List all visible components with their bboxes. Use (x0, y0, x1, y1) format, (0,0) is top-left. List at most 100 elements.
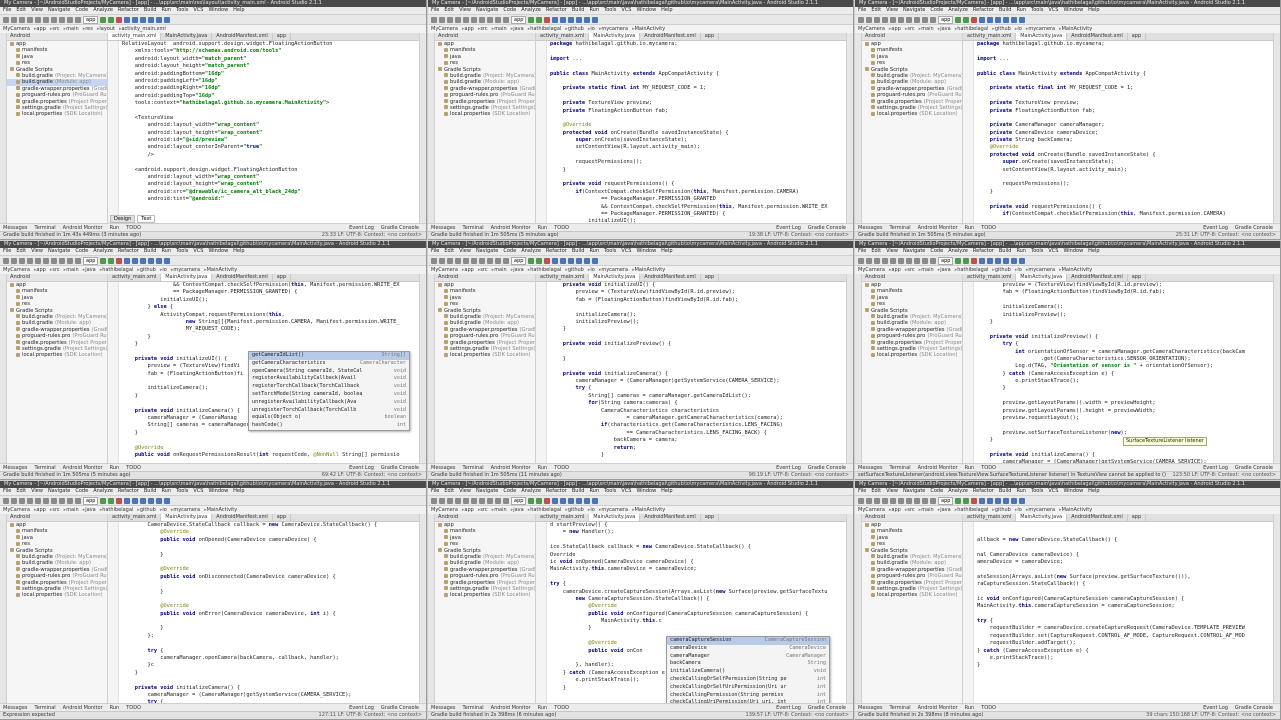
toolbar-icon[interactable] (43, 16, 49, 23)
menu-item[interactable]: Run (589, 7, 599, 13)
breadcrumb-item[interactable]: github (992, 507, 1011, 513)
menu-item[interactable]: Analyze (948, 248, 968, 254)
menu-item[interactable]: View (31, 488, 43, 494)
menu-item[interactable]: Refactor (118, 248, 139, 254)
menu-item[interactable]: Tools (604, 7, 616, 13)
menu-item[interactable]: Refactor (546, 488, 567, 494)
toolbar-icon[interactable] (584, 16, 591, 23)
toolbar-icon[interactable] (431, 16, 437, 23)
breadcrumb-item[interactable]: src (50, 26, 60, 32)
menu-item[interactable]: File (858, 7, 866, 13)
editor-tab[interactable]: activity_main.xml (108, 33, 162, 40)
stop-icon[interactable] (971, 16, 978, 23)
completion-item[interactable]: unregisterTorchCallback(TorchCallb void (249, 407, 409, 415)
menu-item[interactable]: Code (75, 7, 88, 13)
toolbar-icon[interactable] (592, 16, 599, 23)
right-tool-strip[interactable] (846, 274, 853, 464)
breadcrumb-item[interactable]: hathibelagal (955, 507, 989, 513)
breadcrumb-item[interactable]: github (137, 267, 156, 273)
toolbar-icon[interactable] (156, 16, 163, 23)
breadcrumb-item[interactable]: io (1015, 507, 1022, 513)
toolbar-icon[interactable] (930, 497, 936, 504)
toolbar-icon[interactable] (866, 16, 872, 23)
menu-item[interactable]: Code (75, 488, 88, 494)
breadcrumb-item[interactable]: mycamera (1026, 507, 1055, 513)
toolbar-icon[interactable] (164, 497, 171, 504)
menu-item[interactable]: Code (503, 7, 516, 13)
toolbar-icon[interactable] (1019, 497, 1026, 504)
breadcrumb-item[interactable]: res (83, 26, 93, 32)
project-view-selector[interactable]: Android (435, 33, 535, 41)
menu-item[interactable]: Navigate (48, 7, 70, 13)
toolbar-icon[interactable] (552, 16, 559, 23)
menu-item[interactable]: Refactor (118, 7, 139, 13)
menu-item[interactable]: Edit (16, 488, 26, 494)
breadcrumb-item[interactable]: mycamera (1026, 267, 1055, 273)
project-tree-item[interactable]: local.properties (SDK Location) (862, 111, 962, 117)
menu-item[interactable]: Code (930, 248, 943, 254)
toolbar-icon[interactable] (124, 16, 131, 23)
debug-icon[interactable] (963, 257, 970, 264)
breadcrumb-item[interactable]: io (1015, 267, 1022, 273)
toolbar-icon[interactable] (882, 257, 888, 264)
breadcrumb-item[interactable]: main (492, 26, 507, 32)
toolbar-icon[interactable] (503, 497, 509, 504)
completion-item[interactable]: unregisterAvailabilityCallback(Ava void (249, 399, 409, 407)
menu-item[interactable]: Refactor (546, 7, 567, 13)
breadcrumb-item[interactable]: hathibelagal (100, 267, 134, 273)
editor-tab[interactable]: MainActivity.java (1016, 514, 1068, 521)
toolbar-icon[interactable] (568, 257, 575, 264)
toolbar-icon[interactable] (874, 257, 880, 264)
menu-item[interactable]: File (431, 248, 439, 254)
left-tool-strip[interactable] (855, 514, 862, 704)
toolbar-icon[interactable] (866, 497, 872, 504)
toolbar-icon[interactable] (560, 257, 567, 264)
module-selector[interactable]: app (938, 256, 954, 265)
completion-item[interactable]: equals(Object o) boolean (249, 414, 409, 422)
breadcrumb-item[interactable]: MyCamera (3, 26, 30, 32)
breadcrumb-item[interactable]: java (511, 267, 524, 273)
menu-item[interactable]: Analyze (93, 488, 113, 494)
menu-item[interactable]: Refactor (973, 488, 994, 494)
menu-item[interactable]: Help (1088, 488, 1099, 494)
toolbar-icon[interactable] (987, 497, 994, 504)
menu-item[interactable]: Tools (176, 248, 188, 254)
toolbar-icon[interactable] (51, 497, 57, 504)
menu-item[interactable]: Edit (871, 488, 881, 494)
toolbar-icon[interactable] (43, 257, 49, 264)
menu-item[interactable]: Code (75, 248, 88, 254)
toolbar-icon[interactable] (463, 497, 469, 504)
menu-item[interactable]: Edit (871, 248, 881, 254)
debug-icon[interactable] (963, 16, 970, 23)
toolbar-icon[interactable] (495, 497, 501, 504)
breadcrumb-item[interactable]: main (919, 507, 934, 513)
layout-mode-tab[interactable]: Design (110, 215, 136, 223)
completion-item[interactable]: setTorchMode(String cameraId, boolea void (249, 391, 409, 399)
run-icon[interactable] (955, 257, 962, 264)
toolbar-icon[interactable] (487, 497, 493, 504)
toolbar-icon[interactable] (874, 16, 880, 23)
breadcrumb-item[interactable]: app (889, 26, 901, 32)
toolbar-icon[interactable] (890, 16, 896, 23)
menu-item[interactable]: Analyze (521, 488, 541, 494)
toolbar-icon[interactable] (1003, 497, 1010, 504)
menu-item[interactable]: Code (503, 248, 516, 254)
menu-item[interactable]: View (459, 488, 471, 494)
menu-item[interactable]: Navigate (903, 488, 925, 494)
toolbar-icon[interactable] (51, 16, 57, 23)
module-selector[interactable]: app (83, 496, 99, 505)
breadcrumb-item[interactable]: MyCamera (3, 267, 30, 273)
toolbar-icon[interactable] (75, 16, 81, 23)
toolbar-icon[interactable] (503, 16, 509, 23)
toolbar-icon[interactable] (1011, 16, 1018, 23)
menu-item[interactable]: Help (1088, 248, 1099, 254)
editor-tab[interactable]: MainActivity.java (589, 274, 641, 281)
toolbar-icon[interactable] (11, 257, 17, 264)
toolbar-icon[interactable] (866, 257, 872, 264)
toolbar-icon[interactable] (874, 497, 880, 504)
project-tree-item[interactable]: local.properties (SDK Location) (862, 592, 962, 598)
breadcrumb-item[interactable]: github (137, 507, 156, 513)
module-selector[interactable]: app (83, 15, 99, 24)
toolbar-icon[interactable] (75, 257, 81, 264)
menu-item[interactable]: Window (636, 488, 656, 494)
